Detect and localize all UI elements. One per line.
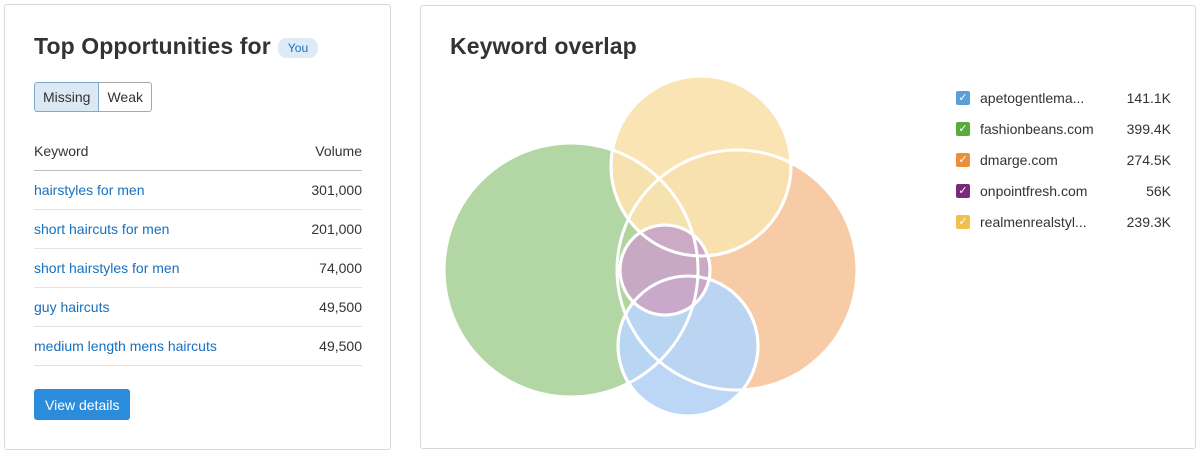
keyword-link[interactable]: short haircuts for men (34, 221, 169, 237)
keyword-table: Keyword Volume hairstyles for men 301,00… (34, 140, 362, 366)
checkbox-icon[interactable]: ✓ (956, 90, 970, 105)
keyword-overlap-card: Keyword overlap ✓ apetogentlema... 141.1… (420, 5, 1196, 449)
legend-item[interactable]: ✓ dmarge.com 274.5K (956, 144, 1171, 175)
keyword-link[interactable]: guy haircuts (34, 299, 109, 315)
keyword-link[interactable]: hairstyles for men (34, 182, 144, 198)
table-row: short haircuts for men 201,000 (34, 210, 362, 249)
overlap-legend: ✓ apetogentlema... 141.1K ✓ fashionbeans… (956, 82, 1171, 237)
legend-value: 141.1K (1126, 89, 1171, 106)
view-details-button[interactable]: View details (34, 389, 131, 420)
legend-domain: onpointfresh.com (980, 182, 1088, 199)
keyword-column-header: Keyword (34, 143, 89, 159)
volume-column-header: Volume (315, 143, 362, 159)
legend-value: 274.5K (1126, 151, 1171, 168)
table-row: short hairstyles for men 74,000 (34, 249, 362, 288)
volume-value: 301,000 (311, 182, 362, 198)
volume-value: 74,000 (319, 260, 362, 276)
legend-value: 399.4K (1126, 120, 1171, 137)
legend-domain: fashionbeans.com (980, 120, 1094, 137)
volume-value: 49,500 (319, 299, 362, 315)
weak-tab[interactable]: Weak (99, 82, 153, 112)
legend-domain: dmarge.com (980, 151, 1058, 168)
missing-tab[interactable]: Missing (34, 82, 100, 112)
volume-value: 201,000 (311, 221, 362, 237)
legend-item[interactable]: ✓ realmenrealstyl... 239.3K (956, 206, 1171, 237)
legend-item[interactable]: ✓ fashionbeans.com 399.4K (956, 113, 1171, 144)
legend-item[interactable]: ✓ apetogentlema... 141.1K (956, 82, 1171, 113)
keyword-link[interactable]: short hairstyles for men (34, 260, 180, 276)
top-opportunities-card: Top Opportunities for You Missing Weak K… (4, 4, 391, 450)
keyword-table-header: Keyword Volume (34, 140, 362, 171)
you-badge: You (277, 37, 319, 58)
checkbox-icon[interactable]: ✓ (956, 183, 970, 198)
legend-value: 239.3K (1126, 213, 1171, 230)
checkbox-icon[interactable]: ✓ (956, 152, 970, 167)
legend-value: 56K (1146, 182, 1171, 199)
legend-item[interactable]: ✓ onpointfresh.com 56K (956, 175, 1171, 206)
table-row: hairstyles for men 301,000 (34, 171, 362, 210)
checkbox-icon[interactable]: ✓ (956, 121, 970, 136)
top-opportunities-title-text: Top Opportunities for (34, 33, 271, 59)
checkbox-icon[interactable]: ✓ (956, 214, 970, 229)
volume-value: 49,500 (319, 338, 362, 354)
missing-weak-toggle: Missing Weak (34, 82, 153, 112)
legend-domain: realmenrealstyl... (980, 213, 1087, 230)
table-row: medium length mens haircuts 49,500 (34, 327, 362, 366)
keyword-link[interactable]: medium length mens haircuts (34, 338, 217, 354)
top-opportunities-title: Top Opportunities for You (34, 33, 319, 60)
legend-domain: apetogentlema... (980, 89, 1085, 106)
table-row: guy haircuts 49,500 (34, 288, 362, 327)
